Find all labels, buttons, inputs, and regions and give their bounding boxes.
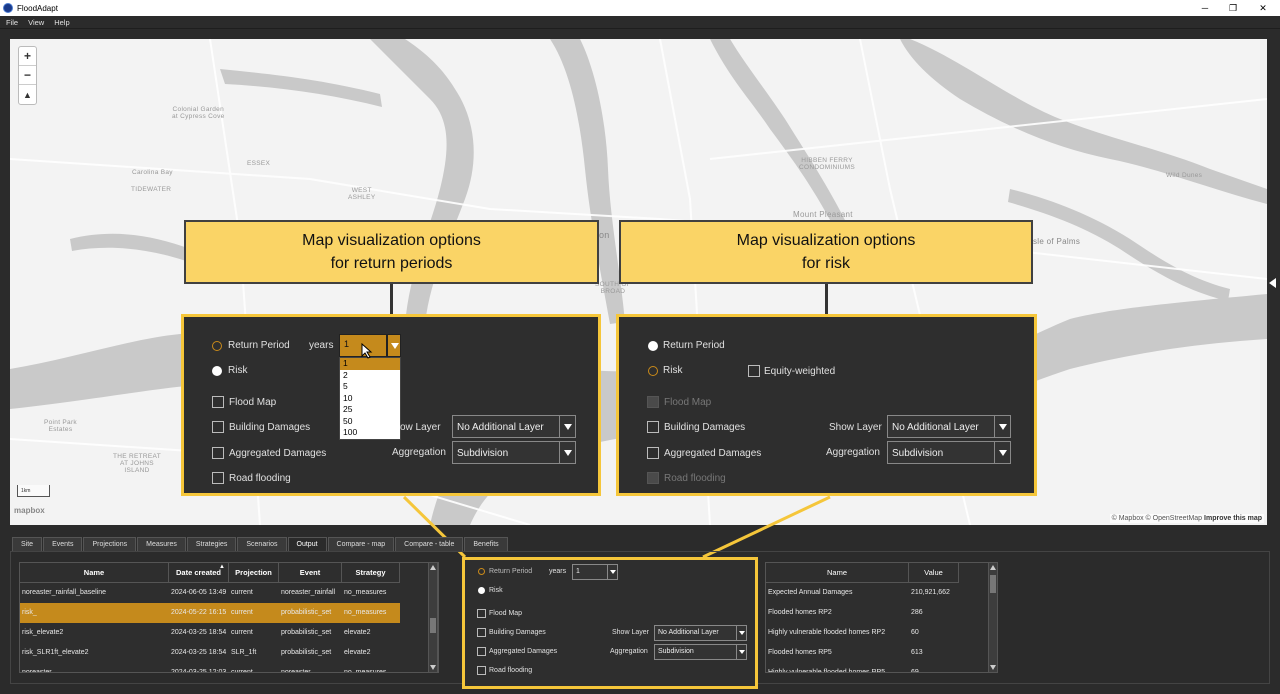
tab-bar: Site Events Projections Measures Strateg… [12,537,509,551]
risk-label: Risk [489,587,503,594]
flood-map-checkbox[interactable] [477,609,486,618]
cell-date: 2024-03-25 12:03 [171,669,227,673]
column-header-strategy[interactable]: Strategy [342,563,400,583]
tab-scenarios[interactable]: Scenarios [237,537,287,551]
chevron-down-icon [736,645,746,659]
cell-date: 2024-06-05 13:49 [171,589,227,596]
cell-metric-value: 210,921,662 [911,589,950,596]
scenarios-table: Name Date created ▲ Projection Event Stra… [19,562,439,673]
sort-ascending-icon: ▲ [219,564,225,570]
cell-projection: current [231,609,253,616]
cell-date: 2024-05-22 16:15 [171,609,227,616]
cell-metric-name: Flooded homes RP2 [768,609,832,616]
metrics-scrollbar[interactable] [988,562,998,673]
cell-event: probabilistic_set [281,649,332,656]
cell-name: noreaster_rainfall_baseline [22,589,107,596]
show-layer-label: Show Layer [612,629,649,636]
cell-name: risk_ [22,609,37,616]
cell-event: probabilistic_set [281,609,332,616]
scroll-up-icon[interactable] [430,565,436,570]
cell-metric-name: Flooded homes RP5 [768,649,832,656]
chevron-down-icon [736,626,746,640]
column-header-event[interactable]: Event [279,563,342,583]
risk-radio[interactable] [478,587,485,594]
road-flooding-checkbox[interactable] [477,666,486,675]
cell-metric-name: Highly vulnerable flooded homes RP5 [768,669,886,673]
tab-site[interactable]: Site [12,537,43,551]
tab-benefits[interactable]: Benefits [464,537,508,551]
cell-strategy: no_measures [344,589,387,596]
cell-name: noreaster_... [22,669,62,673]
column-header-projection[interactable]: Projection [229,563,279,583]
cell-metric-name: Expected Annual Damages [768,589,853,596]
years-label: years [549,568,567,575]
output-map-options-panel: Return Period years 1 Risk Flood Map Bui… [462,557,758,689]
show-layer-select[interactable]: No Additional Layer [654,625,747,641]
cell-projection: current [231,589,253,596]
aggregation-label: Aggregation [610,648,648,655]
building-damages-checkbox[interactable] [477,628,486,637]
column-header-date[interactable]: Date created ▲ [169,563,229,583]
cell-date: 2024-03-25 18:54 [171,649,227,656]
cell-projection: current [231,669,253,673]
cell-metric-value: 613 [911,649,923,656]
cell-strategy: no_measures [344,669,387,673]
column-header-metric-value[interactable]: Value [909,563,959,583]
cell-metric-name: Highly vulnerable flooded homes RP2 [768,629,886,636]
metrics-table: Name Value Expected Annual Damages 210,9… [765,562,995,673]
tab-projections[interactable]: Projections [83,537,137,551]
column-header-name[interactable]: Name [20,563,169,583]
tab-output[interactable]: Output [287,537,327,551]
aggregated-damages-label: Aggregated Damages [489,648,558,655]
cell-strategy: elevate2 [344,649,371,656]
flood-map-label: Flood Map [489,610,523,617]
cell-event: noreaster [281,669,311,673]
cell-name: risk_elevate2 [22,629,64,636]
road-flooding-label: Road flooding [489,667,533,674]
column-header-metric-name[interactable]: Name [766,563,909,583]
scenarios-scrollbar[interactable] [428,562,438,673]
cell-event: noreaster_rainfall [281,589,336,596]
tab-measures[interactable]: Measures [137,537,186,551]
return-period-radio[interactable] [478,568,485,575]
scroll-thumb[interactable] [990,575,996,593]
scroll-down-icon[interactable] [990,665,996,670]
return-period-label: Return Period [489,568,533,575]
cell-name: risk_SLR1ft_elevate2 [22,649,89,656]
scroll-thumb[interactable] [430,618,436,633]
cell-event: probabilistic_set [281,629,332,636]
tab-events[interactable]: Events [43,537,83,551]
tab-compare-table[interactable]: Compare - table [395,537,464,551]
cell-projection: SLR_1ft [231,649,257,656]
cell-projection: current [231,629,253,636]
building-damages-label: Building Damages [489,629,546,636]
cell-strategy: no_measures [344,609,387,616]
cell-metric-value: 286 [911,609,923,616]
chevron-down-icon [607,565,617,579]
scroll-up-icon[interactable] [990,565,996,570]
cell-metric-value: 60 [911,629,919,636]
cell-metric-value: 69 [911,669,919,673]
cell-date: 2024-03-25 18:54 [171,629,227,636]
tab-strategies[interactable]: Strategies [186,537,237,551]
tab-compare-map[interactable]: Compare - map [327,537,395,551]
aggregated-damages-checkbox[interactable] [477,647,486,656]
scroll-down-icon[interactable] [430,665,436,670]
cell-strategy: elevate2 [344,629,371,636]
aggregation-select[interactable]: Subdivision [654,644,747,660]
years-select[interactable]: 1 [572,564,618,580]
